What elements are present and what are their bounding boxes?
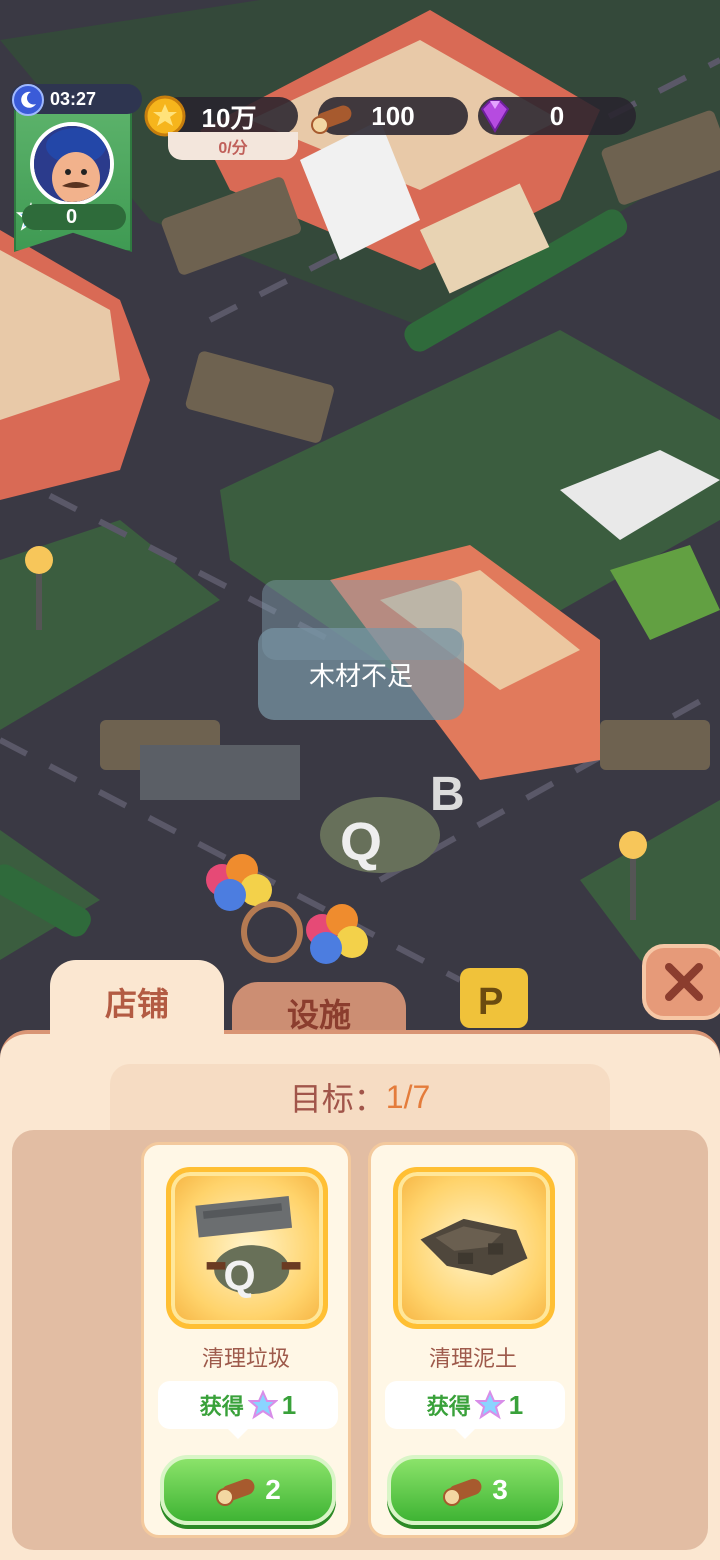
task-title: 清理垃圾 <box>201 1347 290 1372</box>
reward-label: 获得 1 <box>158 1381 338 1439</box>
goal-label: 目标： <box>289 1080 386 1118</box>
clear-dirt-button[interactable]: 3 <box>387 1455 563 1525</box>
rainbow-star-icon <box>474 1390 505 1420</box>
player-badge[interactable]: 03:27 0 <box>10 84 142 252</box>
svg-text:Q: Q <box>224 1253 256 1299</box>
rainbow-star-icon <box>247 1390 278 1420</box>
close-icon <box>665 963 703 1001</box>
reward-label: 获得 1 <box>385 1381 565 1439</box>
goal-value: 1/7 <box>385 1078 431 1115</box>
wood-log-icon <box>311 105 352 134</box>
dirt-pile-icon <box>393 1167 555 1329</box>
goal-bar: 目标： 1/7 <box>110 1064 610 1130</box>
reward-text: 获得 <box>199 1395 244 1420</box>
task-title: 清理泥土 <box>428 1347 517 1372</box>
shop-panel: 目标： 1/7 Q 清理垃圾 获得 1 2 清理泥土 获得 1 3 <box>0 1030 720 1560</box>
clear-trash-button[interactable]: 2 <box>160 1455 336 1525</box>
toast-message: 木材不足 <box>258 628 464 720</box>
reward-text: 获得 <box>426 1395 471 1420</box>
reward-value: 1 <box>281 1389 297 1420</box>
close-button[interactable] <box>642 944 720 1020</box>
gem-icon <box>480 100 510 133</box>
trash-debris-icon: Q <box>166 1167 328 1329</box>
player-star-count: 0 <box>22 204 126 230</box>
coin-icon <box>144 95 186 137</box>
svg-text:B: B <box>430 768 465 821</box>
moon-icon <box>12 84 44 116</box>
avatar[interactable] <box>30 122 114 206</box>
wood-log-icon <box>216 1478 255 1506</box>
task-card: Q 清理垃圾 获得 1 2 <box>141 1142 351 1538</box>
tab-shop[interactable]: 店铺 <box>50 960 224 1044</box>
svg-text:P: P <box>478 981 503 1023</box>
cost-value: 2 <box>265 1474 281 1505</box>
svg-text:Q: Q <box>340 812 382 872</box>
reward-value: 1 <box>508 1389 524 1420</box>
wood-log-icon <box>443 1478 482 1506</box>
coin-rate: 0/分 <box>168 132 298 160</box>
task-card: 清理泥土 获得 1 3 <box>368 1142 578 1538</box>
task-list <box>12 1130 708 1550</box>
cost-value: 3 <box>492 1474 508 1505</box>
